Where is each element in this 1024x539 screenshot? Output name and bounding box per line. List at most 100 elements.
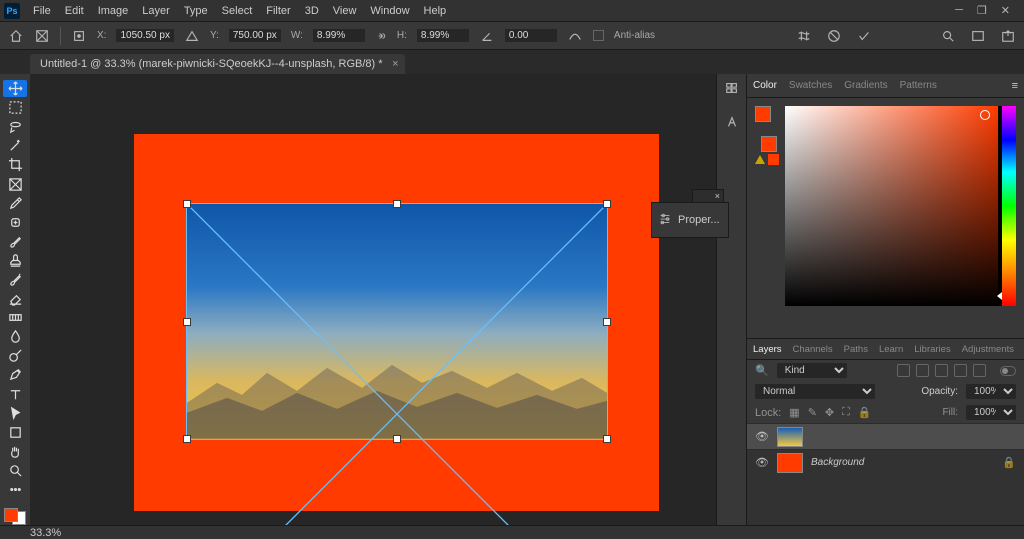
hue-indicator-icon[interactable] <box>997 292 1002 300</box>
angle-icon[interactable] <box>479 28 495 44</box>
foreground-color-swatch[interactable] <box>4 508 18 522</box>
menu-3d[interactable]: 3D <box>298 0 326 22</box>
properties-flyout[interactable]: × Proper... <box>651 202 729 238</box>
menu-select[interactable]: Select <box>215 0 260 22</box>
stamp-tool[interactable] <box>3 252 27 269</box>
layer-row[interactable]: 👁 <box>747 423 1024 449</box>
cancel-icon[interactable] <box>826 28 842 44</box>
tab-color[interactable]: Color <box>753 80 777 91</box>
triangle-icon[interactable] <box>184 28 200 44</box>
window-minimize-icon[interactable]: ─ <box>955 4 963 17</box>
commit-icon[interactable] <box>856 28 872 44</box>
color-foreground-swatch[interactable] <box>755 106 771 122</box>
flyout-close-icon[interactable]: × <box>715 191 720 201</box>
blur-tool[interactable] <box>3 328 27 345</box>
menu-type[interactable]: Type <box>177 0 215 22</box>
menu-view[interactable]: View <box>326 0 364 22</box>
marquee-tool[interactable] <box>3 99 27 116</box>
close-tab-icon[interactable]: × <box>392 58 398 70</box>
canvas-area[interactable] <box>30 74 716 525</box>
gamut-warning[interactable] <box>755 154 779 165</box>
tab-learn[interactable]: Learn <box>879 344 903 355</box>
search-icon[interactable] <box>940 28 956 44</box>
placed-image[interactable] <box>187 204 607 439</box>
h-input[interactable]: 8.99% <box>417 29 469 42</box>
layer-thumbnail[interactable] <box>777 453 803 473</box>
share-icon[interactable] <box>1000 28 1016 44</box>
eyedropper-tool[interactable] <box>3 195 27 212</box>
menu-filter[interactable]: Filter <box>259 0 297 22</box>
window-restore-icon[interactable]: ❐ <box>977 4 987 17</box>
menu-edit[interactable]: Edit <box>58 0 91 22</box>
layer-row[interactable]: 👁 Background 🔒 <box>747 449 1024 475</box>
tab-swatches[interactable]: Swatches <box>789 80 832 91</box>
dodge-tool[interactable] <box>3 347 27 364</box>
color-background-swatch[interactable] <box>761 136 777 152</box>
lasso-tool[interactable] <box>3 118 27 135</box>
x-input[interactable]: 1050.50 px <box>116 29 174 42</box>
y-input[interactable]: 750.00 px <box>229 29 281 42</box>
visibility-icon[interactable]: 👁 <box>755 430 769 443</box>
filter-smart-icon[interactable] <box>973 364 986 377</box>
hand-tool[interactable] <box>3 443 27 460</box>
reference-point-icon[interactable] <box>71 28 87 44</box>
pen-tool[interactable] <box>3 366 27 383</box>
panel-menu-icon[interactable]: ≡ <box>1012 80 1018 92</box>
arrange-icon[interactable] <box>970 28 986 44</box>
tab-adjustments[interactable]: Adjustments <box>962 344 1014 355</box>
lock-paint-icon[interactable]: ✎ <box>808 406 817 419</box>
tab-layers[interactable]: Layers <box>753 344 782 355</box>
saturation-brightness-field[interactable] <box>785 106 998 306</box>
gradient-tool[interactable] <box>3 309 27 326</box>
w-input[interactable]: 8.99% <box>313 29 365 42</box>
color-picker-cursor[interactable] <box>980 110 990 120</box>
tab-patterns[interactable]: Patterns <box>900 80 937 91</box>
wand-tool[interactable] <box>3 137 27 154</box>
blend-mode-select[interactable]: Normal <box>755 384 875 399</box>
heal-tool[interactable] <box>3 214 27 231</box>
document-tab[interactable]: Untitled-1 @ 33.3% (marek-piwnicki-SQeoe… <box>30 54 405 74</box>
eraser-tool[interactable] <box>3 290 27 307</box>
move-tool[interactable] <box>3 80 27 97</box>
tab-libraries[interactable]: Libraries <box>914 344 950 355</box>
warp-icon[interactable] <box>796 28 812 44</box>
edit-toolbar-icon[interactable] <box>3 481 27 498</box>
tab-gradients[interactable]: Gradients <box>844 80 887 91</box>
shape-tool[interactable] <box>3 424 27 441</box>
filter-type-icon[interactable] <box>935 364 948 377</box>
filter-pixel-icon[interactable] <box>897 364 910 377</box>
artboard[interactable] <box>134 134 659 511</box>
lock-position-icon[interactable]: ✥ <box>825 406 834 419</box>
menu-image[interactable]: Image <box>91 0 136 22</box>
fill-select[interactable]: 100% <box>966 405 1016 420</box>
opacity-select[interactable]: 100% <box>966 384 1016 399</box>
lock-all-icon[interactable]: 🔒 <box>858 406 872 419</box>
type-tool[interactable] <box>3 386 27 403</box>
filter-toggle[interactable] <box>1000 366 1016 376</box>
tab-paths[interactable]: Paths <box>844 344 868 355</box>
color-fb-swatch[interactable] <box>755 106 777 142</box>
layer-name[interactable]: Background <box>811 457 864 468</box>
layer-filter-kind[interactable]: Kind <box>777 363 847 378</box>
layer-thumbnail[interactable] <box>777 427 803 447</box>
menu-layer[interactable]: Layer <box>135 0 177 22</box>
zoom-level[interactable]: 33.3% <box>30 527 61 539</box>
hue-slider[interactable] <box>1002 106 1016 306</box>
angle-input[interactable]: 0.00 <box>505 29 557 42</box>
menu-window[interactable]: Window <box>363 0 416 22</box>
crop-tool[interactable] <box>3 156 27 173</box>
anti-alias-checkbox[interactable] <box>593 30 604 41</box>
history-panel-icon[interactable] <box>724 80 740 96</box>
lock-transparency-icon[interactable]: ▦ <box>789 406 799 419</box>
frame-tool[interactable] <box>3 175 27 192</box>
link-icon[interactable] <box>375 30 387 42</box>
home-icon[interactable] <box>8 28 24 44</box>
zoom-tool[interactable] <box>3 462 27 479</box>
tab-channels[interactable]: Channels <box>793 344 833 355</box>
foreground-background-swatch[interactable] <box>4 508 26 525</box>
gamut-swatch[interactable] <box>768 154 779 165</box>
lock-artboard-icon[interactable]: ⛶ <box>842 406 850 419</box>
filter-shape-icon[interactable] <box>954 364 967 377</box>
color-picker-field[interactable] <box>785 106 1016 306</box>
character-panel-icon[interactable] <box>724 114 740 130</box>
